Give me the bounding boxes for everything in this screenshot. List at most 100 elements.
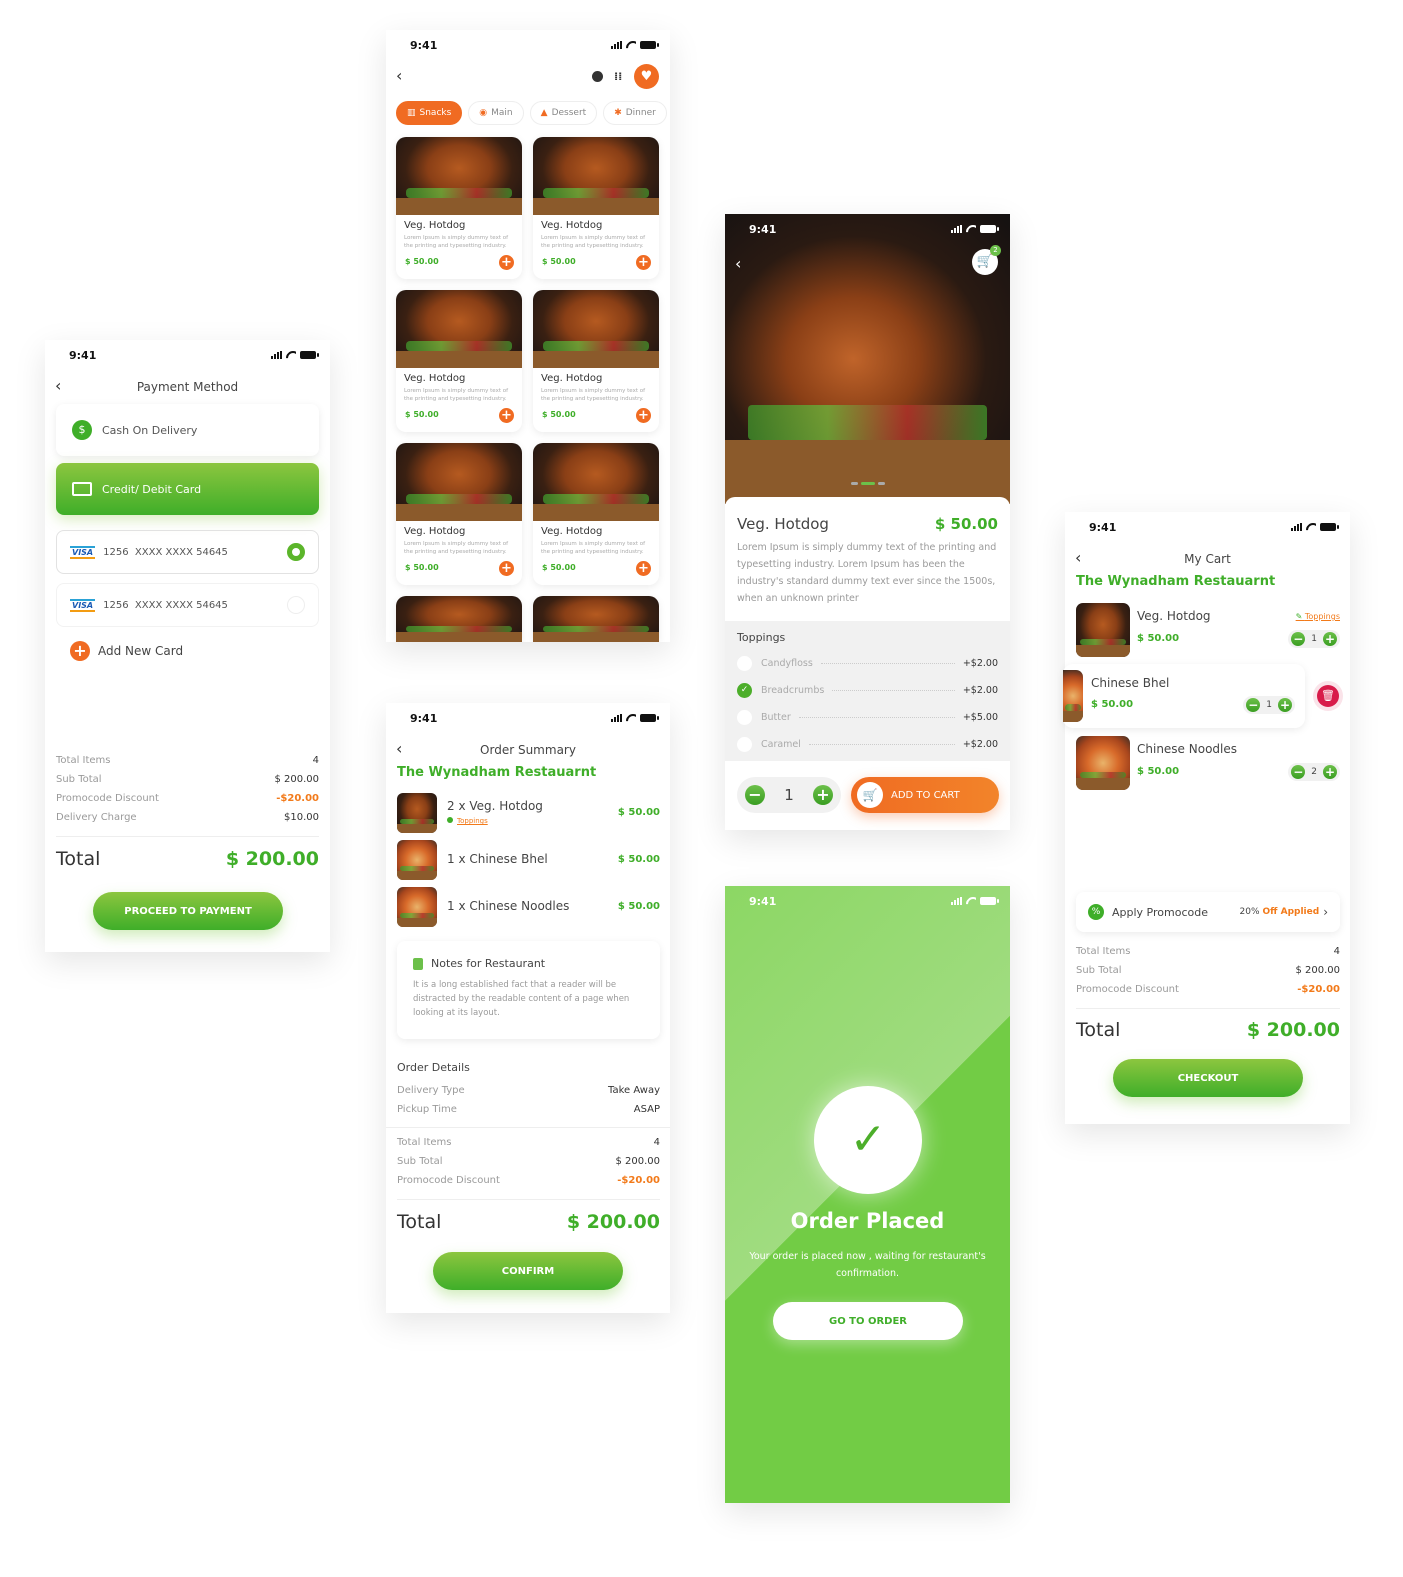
chevron-right-icon: › (1323, 905, 1328, 919)
topping-option[interactable]: Caramel +$2.00 (737, 731, 998, 758)
checkbox-checked-icon[interactable]: ✓ (737, 683, 752, 698)
toppings-section: Toppings Candyfloss +$2.00 ✓ Breadcrumbs +$2… (725, 621, 1010, 761)
page-title: My Cart (1184, 552, 1231, 566)
order-details: Delivery Type Take Away Pickup Time ASAP (397, 1081, 660, 1119)
total-value: $ 200.00 (566, 1211, 660, 1233)
add-icon: + (70, 641, 90, 661)
item-image (396, 137, 522, 215)
increase-button[interactable]: + (1278, 698, 1292, 712)
add-item-button[interactable]: + (636, 255, 651, 270)
menu-item-card[interactable]: Veg. Hotdog Lorem Ipsum is simply dummy t… (533, 443, 659, 585)
toppings-list: Candyfloss +$2.00 ✓ Breadcrumbs +$2.00 Butter… (737, 650, 998, 758)
product-price: $ 50.00 (934, 515, 998, 533)
menu-item-card[interactable]: Veg. Hotdog Lorem Ipsum is simply dummy t… (396, 443, 522, 585)
decrease-button[interactable]: − (1246, 698, 1261, 712)
saved-card[interactable]: VISA 1256 XXXX XXXX 54645 (56, 583, 319, 627)
item-image (533, 596, 659, 642)
menu-item-card[interactable]: Veg. Hotdog Lorem Ipsum is simply dummy t… (396, 290, 522, 432)
add-to-cart-button[interactable]: 🛒 ADD TO CART (851, 777, 999, 813)
item-image (1076, 736, 1130, 790)
checkbox-icon[interactable] (737, 710, 752, 725)
card-radio[interactable] (287, 596, 305, 614)
search-icon[interactable] (592, 71, 603, 82)
cart-button[interactable]: 🛒 2 (972, 245, 1001, 275)
item-description: Lorem Ipsum is simply dummy text of the … (541, 388, 646, 402)
go-to-order-button[interactable]: GO TO ORDER (773, 1302, 963, 1340)
tab-main[interactable]: ◉ Main (468, 101, 524, 125)
apply-promocode-button[interactable]: % Apply Promocode 20% Off Applied › (1076, 892, 1340, 932)
tab-dessert[interactable]: ▲ Dessert (529, 101, 598, 125)
product-description: Lorem Ipsum is simply dummy text of the … (737, 542, 997, 604)
saved-card[interactable]: VISA 1256 XXXX XXXX 54645 (56, 530, 319, 574)
increase-button[interactable]: + (1323, 632, 1337, 646)
item-price: $ 50.00 (542, 563, 576, 572)
item-price: $ 50.00 (405, 257, 439, 266)
decrease-button[interactable]: − (1291, 632, 1306, 646)
summary-row: Delivery Type Take Away (397, 1085, 660, 1096)
toppings-link[interactable]: ✎ Toppings (1296, 612, 1340, 621)
topping-option[interactable]: Candyfloss +$2.00 (737, 650, 998, 677)
order-item: 1 x Chinese Noodles $ 50.00 (397, 887, 660, 934)
quantity-value: 1 (784, 786, 794, 804)
dotted-leader (820, 663, 955, 664)
dotted-leader (832, 690, 955, 691)
dotted-leader (808, 744, 955, 745)
item-image (533, 137, 659, 215)
back-button[interactable]: ‹ (396, 66, 402, 85)
increase-button[interactable]: + (812, 785, 833, 805)
menu-item-card[interactable]: Veg. Hotdog Lorem Ipsum is simply dummy t… (396, 137, 522, 279)
dotted-leader (798, 717, 955, 718)
total-row: Total $ 200.00 (1076, 1019, 1340, 1041)
cash-hand-icon: $ (72, 420, 92, 440)
increase-button[interactable]: + (1323, 765, 1337, 779)
delete-button[interactable]: 🗑 (1317, 685, 1339, 707)
item-image (1076, 603, 1130, 657)
note-icon (413, 957, 423, 970)
item-name: Veg. Hotdog (404, 526, 466, 537)
wifi-icon (626, 714, 636, 722)
signal-icon (271, 351, 282, 359)
item-image (397, 793, 437, 833)
add-item-button[interactable]: + (499, 255, 514, 270)
wifi-icon (966, 225, 976, 233)
order-item: 1 x Chinese Bhel $ 50.00 (397, 840, 660, 887)
decrease-button[interactable]: − (1291, 765, 1306, 779)
success-circle: ✓ (814, 1086, 922, 1194)
item-name: Veg. Hotdog (404, 373, 466, 384)
tab-snacks[interactable]: ▥ Snacks (396, 101, 463, 125)
decrease-button[interactable]: − (745, 785, 765, 805)
menu-item-card[interactable]: Veg. Hotdog Lorem Ipsum is simply dummy t… (533, 290, 659, 432)
favorite-button[interactable]: ♥ (634, 64, 659, 89)
menu-item-card[interactable] (396, 596, 522, 642)
payment-method-cash[interactable]: $ Cash On Delivery (56, 404, 319, 456)
menu-item-card[interactable]: Veg. Hotdog Lorem Ipsum is simply dummy t… (533, 137, 659, 279)
status-time: 9:41 (1089, 520, 1117, 534)
item-price: $ 50.00 (405, 563, 439, 572)
checkbox-icon[interactable] (737, 737, 752, 752)
item-name: Veg. Hotdog (541, 373, 603, 384)
toppings-link[interactable]: Toppings (447, 817, 488, 825)
topping-option[interactable]: Butter +$5.00 (737, 704, 998, 731)
plate-icon: ◉ (479, 108, 488, 118)
add-item-button[interactable]: + (636, 561, 651, 576)
add-item-button[interactable]: + (636, 408, 651, 423)
item-price: $ 50.00 (542, 257, 576, 266)
proceed-to-payment-button[interactable]: PROCEED TO PAYMENT (93, 892, 283, 930)
tab-dinner[interactable]: ✱ Dinner (603, 101, 667, 125)
back-button[interactable]: ‹ (735, 254, 741, 273)
product-info: Veg. Hotdog $ 50.00 Lorem Ipsum is simpl… (725, 497, 1010, 621)
card-radio[interactable] (287, 543, 305, 561)
checkbox-icon[interactable] (737, 656, 752, 671)
signal-icon (1291, 523, 1302, 531)
add-item-button[interactable]: + (499, 561, 514, 576)
add-new-card-button[interactable]: + Add New Card (70, 641, 183, 661)
summary-row: Promocode Discount -$20.00 (397, 1175, 660, 1186)
checkout-button[interactable]: CHECKOUT (1113, 1059, 1303, 1097)
confirm-button[interactable]: CONFIRM (433, 1252, 623, 1290)
topping-option[interactable]: ✓ Breadcrumbs +$2.00 (737, 677, 998, 704)
filter-icon[interactable]: ⁞⁞ (614, 70, 622, 83)
restaurant-name: The Wynadham Restauarnt (397, 765, 597, 780)
payment-method-card[interactable]: Credit/ Debit Card (56, 463, 319, 515)
menu-item-card[interactable] (533, 596, 659, 642)
add-item-button[interactable]: + (499, 408, 514, 423)
